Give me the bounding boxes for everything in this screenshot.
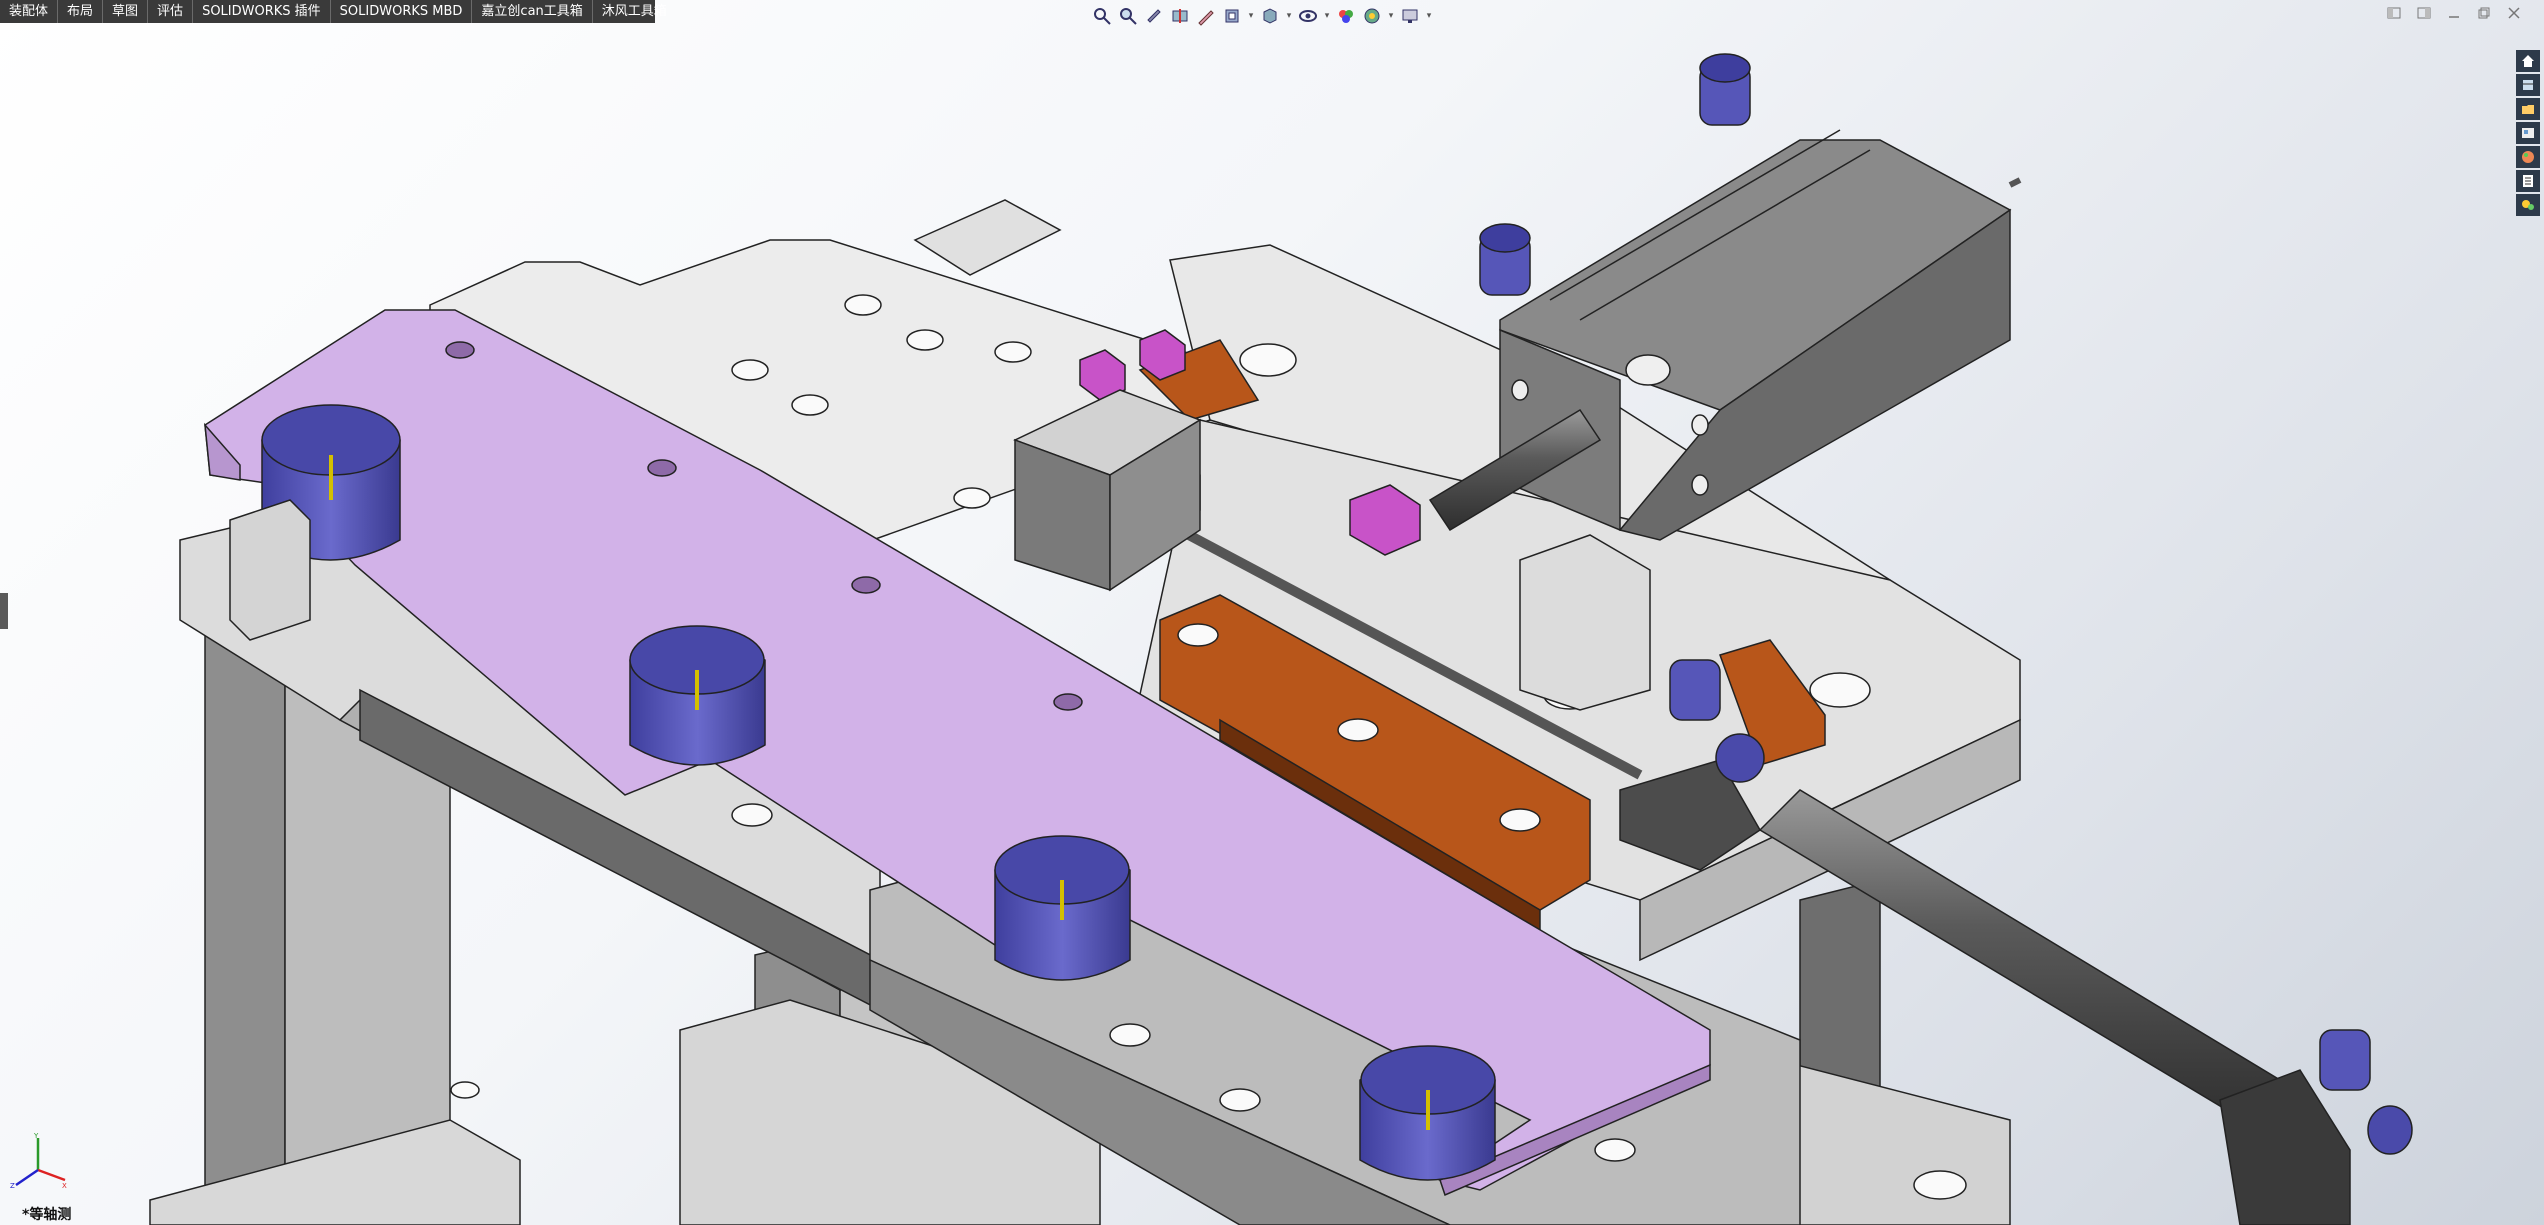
tab-jlc-can-toolbox[interactable]: 嘉立创can工具箱 — [472, 0, 593, 23]
triad-x-label: X — [62, 1182, 67, 1190]
tab-sketch[interactable]: 草图 — [103, 0, 149, 23]
view-settings-icon[interactable] — [1398, 3, 1422, 29]
display-style-icon[interactable] — [1258, 3, 1282, 29]
minimize-icon[interactable] — [2444, 4, 2464, 22]
chevron-down-icon[interactable]: ▾ — [1424, 3, 1434, 29]
chevron-down-icon[interactable]: ▾ — [1322, 3, 1332, 29]
view-palette-icon[interactable] — [2516, 122, 2540, 144]
edit-appearance-icon[interactable] — [1334, 3, 1358, 29]
window-controls — [2384, 4, 2524, 22]
zoom-to-fit-icon[interactable] — [1090, 3, 1114, 29]
previous-view-icon[interactable] — [1142, 3, 1166, 29]
section-view-icon[interactable] — [1168, 3, 1192, 29]
task-pane-tabs — [2516, 50, 2540, 216]
tile-right-icon[interactable] — [2414, 4, 2434, 22]
close-icon[interactable] — [2504, 4, 2524, 22]
triad-x-axis — [37, 1168, 66, 1182]
triad-z-label: Z — [10, 1182, 15, 1190]
solidworks-window: 装配体 布局 草图 评估 SOLIDWORKS 插件 SOLIDWORKS MB… — [0, 0, 2544, 1225]
file-explorer-icon[interactable] — [2516, 98, 2540, 120]
tab-solidworks-mbd[interactable]: SOLIDWORKS MBD — [331, 0, 473, 23]
tab-layout[interactable]: 布局 — [58, 0, 104, 23]
view-orientation-icon[interactable] — [1220, 3, 1244, 29]
solidworks-forum-icon[interactable] — [2516, 194, 2540, 216]
apply-scene-icon[interactable] — [1360, 3, 1384, 29]
command-manager-tabs: 装配体 布局 草图 评估 SOLIDWORKS 插件 SOLIDWORKS MB… — [0, 0, 667, 23]
feature-manager-collapse-handle[interactable] — [0, 593, 8, 629]
reference-triad: Y X Z — [10, 1132, 67, 1190]
chevron-down-icon[interactable]: ▾ — [1246, 3, 1256, 29]
hide-show-items-icon[interactable] — [1296, 3, 1320, 29]
triad-y-label: Y — [33, 1132, 39, 1140]
restore-icon[interactable] — [2474, 4, 2494, 22]
appearances-scenes-icon[interactable] — [2516, 146, 2540, 168]
dynamic-annotation-icon[interactable] — [1194, 3, 1218, 29]
tab-evaluate[interactable]: 评估 — [148, 0, 194, 23]
graphics-area[interactable] — [0, 0, 2544, 1225]
custom-properties-icon[interactable] — [2516, 170, 2540, 192]
triad-z-axis — [15, 1168, 39, 1187]
heads-up-view-toolbar: ▾ ▾ ▾ ▾ ▾ — [1090, 2, 1434, 30]
tab-solidworks-addins[interactable]: SOLIDWORKS 插件 — [193, 0, 331, 23]
tab-assembly[interactable]: 装配体 — [0, 0, 59, 23]
view-orientation-label: *等轴测 — [22, 1207, 72, 1223]
zoom-to-area-icon[interactable] — [1116, 3, 1140, 29]
tab-mufeng-toolbox[interactable]: 沐风工具箱 — [593, 0, 676, 23]
air-cylinder-top[interactable] — [1428, 129, 2022, 541]
chevron-down-icon[interactable]: ▾ — [1386, 3, 1396, 29]
tile-left-icon[interactable] — [2384, 4, 2404, 22]
solidworks-resources-icon[interactable] — [2516, 50, 2540, 72]
chevron-down-icon[interactable]: ▾ — [1284, 3, 1294, 29]
design-library-icon[interactable] — [2516, 74, 2540, 96]
